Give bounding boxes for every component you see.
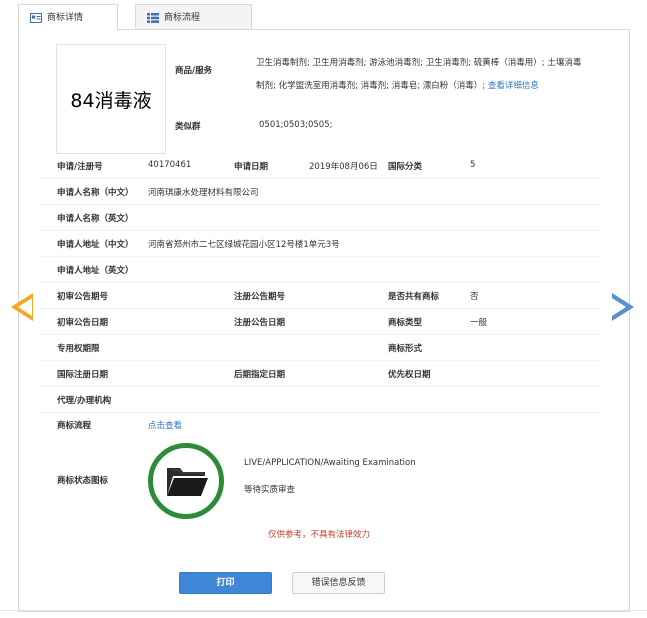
status-en: LIVE/APPLICATION/Awaiting Examination [244,458,416,468]
id-card-icon [30,13,42,23]
disclaimer-text: 仅供参考，不具有法律效力 [268,530,371,540]
goods-list: 卫生消毒制剂; 卫生用消毒剂; 游泳池消毒剂; 卫生消毒剂; 硫黄棒（消毒用）;… [256,52,586,98]
print-button[interactable]: 打印 [179,572,272,594]
chevron-right-inner [612,298,626,316]
tab-trademark-process[interactable]: 商标流程 [135,4,252,30]
address-en-label: 申请人地址（英文） [57,266,134,276]
divider [40,360,600,361]
folder-icon [167,468,208,496]
status-icon-label: 商标状态图标 [57,476,109,486]
reg-no-label: 申请/注册号 [57,162,103,172]
address-cn-value: 河南省郑州市二七区绿城花园小区12号楼1单元3号 [148,240,340,250]
view-details-link[interactable]: 查看详细信息 [488,81,539,91]
reg-pub-date-label: 注册公告日期 [234,318,286,328]
tm-type-label: 商标类型 [388,318,423,328]
prelim-no-label: 初审公告期号 [57,292,109,302]
prelim-date-label: 初审公告日期 [57,318,109,328]
shared-label: 是否共有商标 [388,292,440,302]
chevron-left-inner [18,298,32,316]
process-label: 商标流程 [57,421,92,431]
applicant-en-label: 申请人名称（英文） [57,214,134,224]
intl-class-value: 5 [470,160,476,170]
similar-group-label: 类似群 [175,122,201,132]
later-date-label: 后期指定日期 [234,370,286,380]
reg-pub-no-label: 注册公告期号 [234,292,286,302]
divider [40,412,600,413]
intl-reg-date-label: 国际注册日期 [57,370,109,380]
tm-form-label: 商标形式 [388,344,423,354]
list-icon [147,13,159,23]
divider [40,204,600,205]
bottom-divider [0,610,647,611]
intl-class-label: 国际分类 [388,162,423,172]
priority-date-label: 优先权日期 [388,370,431,380]
divider [40,308,600,309]
status-cn: 等待实质审查 [244,485,296,495]
divider [40,334,600,335]
tab-bar: 商标详情 商标流程 [18,4,630,31]
divider [40,178,600,179]
tm-type-value: 一般 [470,318,488,328]
similar-group-value: 0501;0503;0505; [259,120,333,130]
app-date-label: 申请日期 [234,162,269,172]
feedback-button[interactable]: 错误信息反馈 [292,572,385,594]
tab-label: 商标详情 [47,13,84,23]
divider [40,386,600,387]
divider [40,230,600,231]
applicant-cn-label: 申请人名称（中文） [57,188,134,198]
divider [40,282,600,283]
exclusive-period-label: 专用权期限 [57,344,100,354]
applicant-cn-value: 河南琪康水处理材料有限公司 [148,188,259,198]
goods-label: 商品/服务 [175,66,213,76]
reg-no-value: 40170461 [148,160,192,170]
status-badge [148,443,224,519]
process-view-link[interactable]: 点击查看 [148,419,182,431]
app-date-value: 2019年08月06日 [309,162,378,172]
address-cn-label: 申请人地址（中文） [57,240,134,250]
agent-label: 代理/办理机构 [57,396,112,406]
tab-trademark-details[interactable]: 商标详情 [18,4,118,31]
trademark-image: 84消毒液 [56,44,166,154]
tab-label: 商标流程 [164,13,201,23]
divider [40,256,600,257]
shared-value: 否 [470,292,479,302]
